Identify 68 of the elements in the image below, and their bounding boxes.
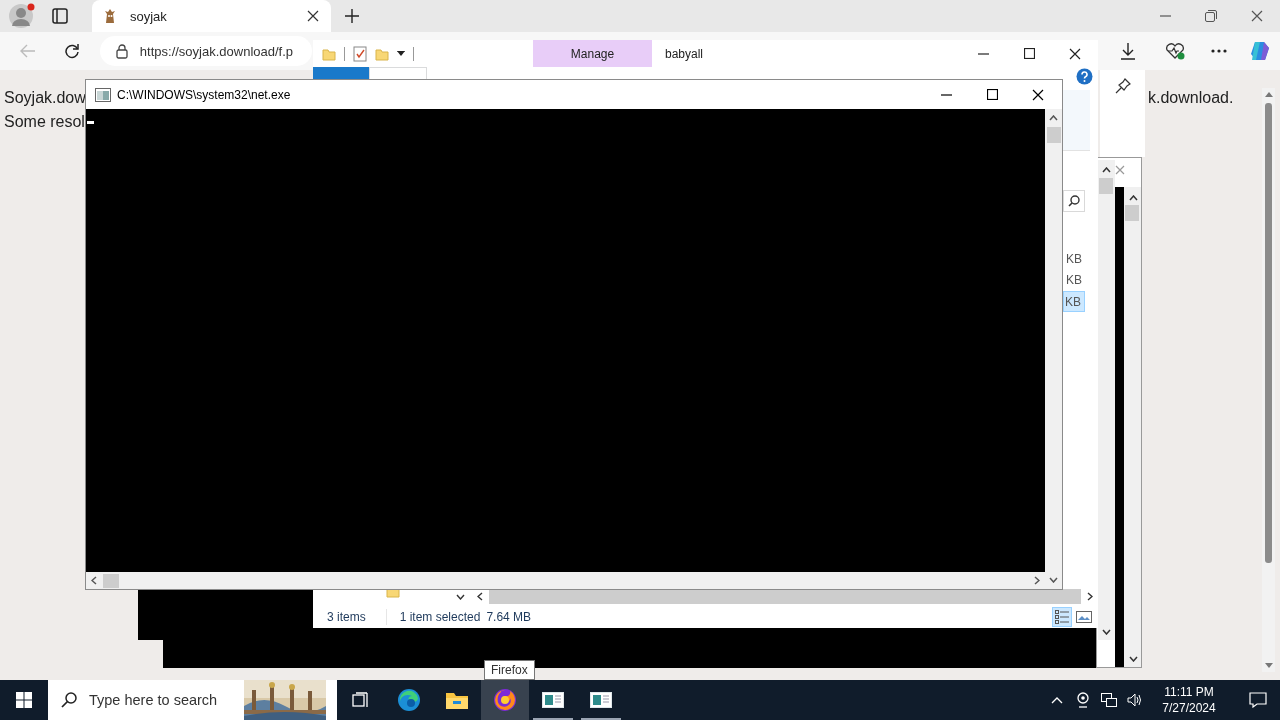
more-icon <box>1211 49 1228 53</box>
app-window-icon <box>542 692 564 708</box>
profile-icon <box>8 2 36 30</box>
pin-icon <box>1114 78 1131 94</box>
site-icon <box>102 8 118 24</box>
close-icon <box>1115 165 1125 175</box>
lock-icon <box>115 43 128 59</box>
page-text: Some resol <box>4 112 85 132</box>
chevron-down-icon[interactable] <box>456 593 465 600</box>
close-icon <box>1032 88 1044 101</box>
refresh-icon <box>63 43 80 59</box>
console-icon <box>95 87 111 102</box>
address-bar[interactable]: https://soyjak.download/f.p <box>99 36 313 66</box>
file-size-cell[interactable]: KB <box>1063 291 1085 312</box>
notification-icon <box>1249 692 1267 708</box>
scrollbar-thumb[interactable] <box>103 573 119 588</box>
search-icon <box>1068 195 1080 207</box>
browser-tab[interactable]: soyjak <box>92 0 331 32</box>
selection-info: 1 item selected <box>399 609 481 624</box>
ribbon-tab[interactable]: Manage <box>533 40 652 67</box>
task-view-icon <box>352 692 370 708</box>
heartbeat-icon <box>1165 42 1186 60</box>
selection-size: 7.64 MB <box>486 609 532 624</box>
close-icon <box>307 10 319 22</box>
dropdown-arrow-icon[interactable] <box>397 50 405 57</box>
speaker-icon <box>1127 693 1143 707</box>
scrollbar-thumb[interactable] <box>1046 127 1061 143</box>
plus-icon <box>345 9 359 23</box>
details-view-icon <box>1055 609 1069 624</box>
folder-icon <box>322 46 336 61</box>
download-icon <box>1120 42 1137 60</box>
properties-icon[interactable] <box>353 45 367 62</box>
browser-button[interactable] <box>481 680 529 720</box>
search-field[interactable] <box>1063 190 1085 212</box>
window-title: C:\WINDOWS\system32\net.exe <box>117 87 292 102</box>
search-box[interactable]: Type here to search <box>48 680 337 720</box>
tabs-icon <box>52 8 68 24</box>
file-size-cell[interactable]: KB <box>1063 270 1085 291</box>
page-text: k.download. <box>1148 88 1234 108</box>
webcam-icon <box>1076 692 1090 708</box>
restore-icon <box>1205 10 1217 22</box>
help-icon[interactable] <box>1076 68 1093 85</box>
network-icon <box>1101 693 1117 707</box>
wave-browser-icon <box>397 688 421 712</box>
copilot-icon <box>1249 40 1272 62</box>
chevron-up-icon <box>1051 696 1063 704</box>
scrollbar[interactable] <box>1262 88 1275 672</box>
maximize-icon <box>1023 48 1035 59</box>
back-arrow-icon <box>19 44 36 58</box>
search-field[interactable]: Type here to search <box>89 692 239 708</box>
maximize-icon <box>986 89 998 100</box>
fox-browser-icon <box>493 688 517 712</box>
scroll-up-arrow-icon[interactable] <box>1264 92 1273 97</box>
search-icon <box>61 692 77 708</box>
details-view-button[interactable] <box>1052 606 1072 627</box>
folder-icon <box>445 690 469 710</box>
item-count: 3 items <box>327 609 366 624</box>
picture-view-icon <box>1076 610 1092 623</box>
close-icon <box>1251 10 1263 22</box>
clock[interactable]: 11:11 PM 7/27/2024 <box>1158 684 1220 716</box>
window-title: babyall <box>665 46 704 61</box>
scroll-down-arrow-icon[interactable] <box>1264 663 1273 668</box>
page-text: Soyjak.dow <box>4 88 86 108</box>
close-icon <box>1069 47 1081 60</box>
windows-logo-icon <box>16 692 32 708</box>
file-size-cell[interactable]: KB <box>1063 249 1085 270</box>
app-window-icon <box>590 692 612 708</box>
tooltip: Firefox <box>484 660 535 680</box>
